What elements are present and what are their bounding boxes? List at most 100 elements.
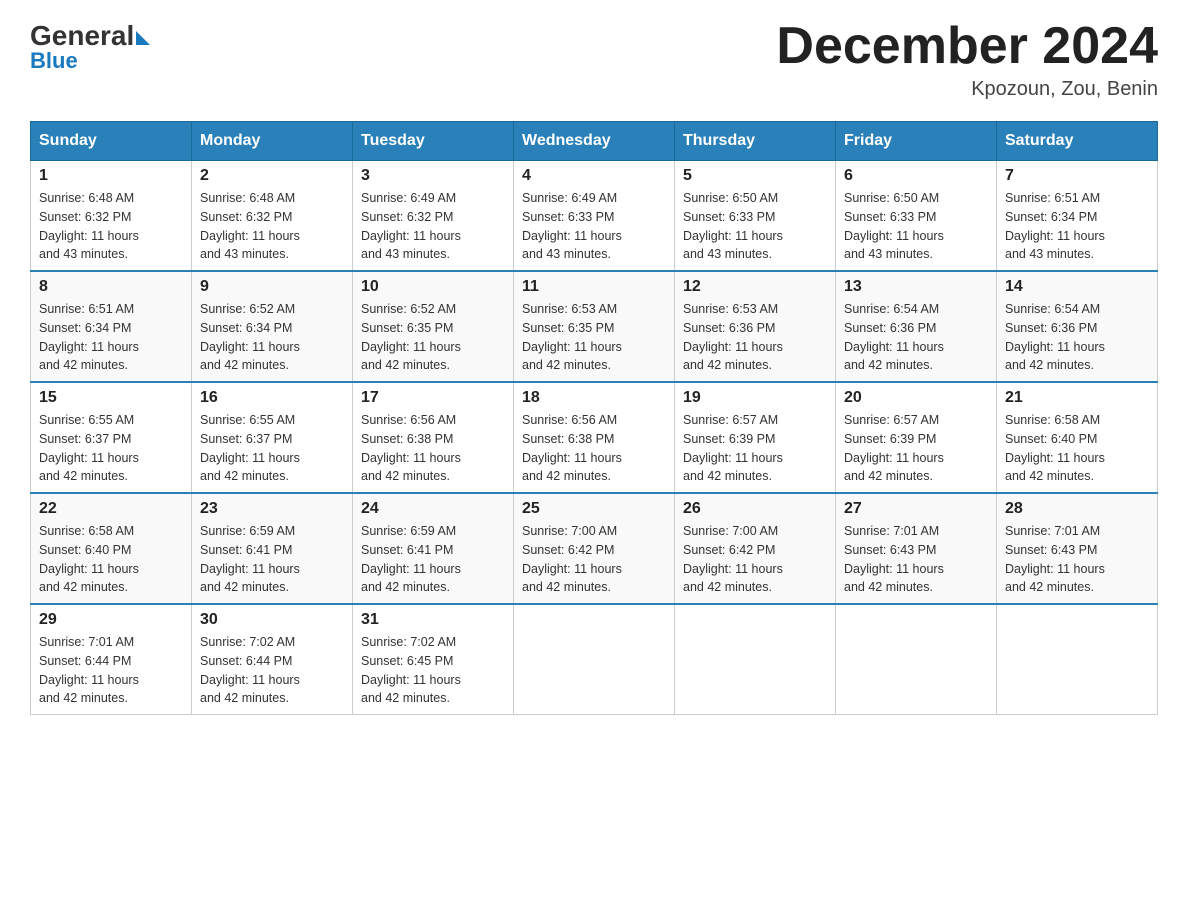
day-number: 15 [39, 389, 183, 407]
table-row: 27 Sunrise: 7:01 AM Sunset: 6:43 PM Dayl… [836, 493, 997, 604]
day-info: Sunrise: 6:51 AM Sunset: 6:34 PM Dayligh… [39, 300, 183, 375]
day-info: Sunrise: 6:53 AM Sunset: 6:35 PM Dayligh… [522, 300, 666, 375]
table-row: 30 Sunrise: 7:02 AM Sunset: 6:44 PM Dayl… [192, 604, 353, 715]
day-number: 31 [361, 611, 505, 629]
table-row: 6 Sunrise: 6:50 AM Sunset: 6:33 PM Dayli… [836, 161, 997, 272]
day-number: 17 [361, 389, 505, 407]
table-row: 29 Sunrise: 7:01 AM Sunset: 6:44 PM Dayl… [31, 604, 192, 715]
table-row: 10 Sunrise: 6:52 AM Sunset: 6:35 PM Dayl… [353, 271, 514, 382]
col-saturday: Saturday [997, 122, 1158, 161]
day-number: 5 [683, 167, 827, 185]
day-number: 6 [844, 167, 988, 185]
day-info: Sunrise: 7:02 AM Sunset: 6:45 PM Dayligh… [361, 633, 505, 708]
table-row: 24 Sunrise: 6:59 AM Sunset: 6:41 PM Dayl… [353, 493, 514, 604]
table-row: 20 Sunrise: 6:57 AM Sunset: 6:39 PM Dayl… [836, 382, 997, 493]
day-info: Sunrise: 6:57 AM Sunset: 6:39 PM Dayligh… [844, 411, 988, 486]
day-number: 25 [522, 500, 666, 518]
title-section: December 2024 Kpozoun, Zou, Benin [776, 20, 1158, 101]
day-info: Sunrise: 6:52 AM Sunset: 6:34 PM Dayligh… [200, 300, 344, 375]
calendar-week-row: 15 Sunrise: 6:55 AM Sunset: 6:37 PM Dayl… [31, 382, 1158, 493]
calendar-header-row: Sunday Monday Tuesday Wednesday Thursday… [31, 122, 1158, 161]
table-row: 7 Sunrise: 6:51 AM Sunset: 6:34 PM Dayli… [997, 161, 1158, 272]
day-number: 30 [200, 611, 344, 629]
col-monday: Monday [192, 122, 353, 161]
day-number: 26 [683, 500, 827, 518]
day-info: Sunrise: 7:02 AM Sunset: 6:44 PM Dayligh… [200, 633, 344, 708]
day-info: Sunrise: 7:00 AM Sunset: 6:42 PM Dayligh… [522, 522, 666, 597]
day-info: Sunrise: 6:50 AM Sunset: 6:33 PM Dayligh… [683, 189, 827, 264]
day-number: 22 [39, 500, 183, 518]
table-row: 2 Sunrise: 6:48 AM Sunset: 6:32 PM Dayli… [192, 161, 353, 272]
table-row: 14 Sunrise: 6:54 AM Sunset: 6:36 PM Dayl… [997, 271, 1158, 382]
table-row: 5 Sunrise: 6:50 AM Sunset: 6:33 PM Dayli… [675, 161, 836, 272]
day-info: Sunrise: 6:49 AM Sunset: 6:32 PM Dayligh… [361, 189, 505, 264]
col-thursday: Thursday [675, 122, 836, 161]
calendar-week-row: 22 Sunrise: 6:58 AM Sunset: 6:40 PM Dayl… [31, 493, 1158, 604]
day-info: Sunrise: 6:59 AM Sunset: 6:41 PM Dayligh… [361, 522, 505, 597]
day-info: Sunrise: 7:01 AM Sunset: 6:43 PM Dayligh… [844, 522, 988, 597]
col-tuesday: Tuesday [353, 122, 514, 161]
day-number: 13 [844, 278, 988, 296]
table-row: 4 Sunrise: 6:49 AM Sunset: 6:33 PM Dayli… [514, 161, 675, 272]
day-number: 21 [1005, 389, 1149, 407]
day-number: 20 [844, 389, 988, 407]
day-number: 23 [200, 500, 344, 518]
day-number: 11 [522, 278, 666, 296]
table-row: 31 Sunrise: 7:02 AM Sunset: 6:45 PM Dayl… [353, 604, 514, 715]
table-row: 28 Sunrise: 7:01 AM Sunset: 6:43 PM Dayl… [997, 493, 1158, 604]
day-info: Sunrise: 6:59 AM Sunset: 6:41 PM Dayligh… [200, 522, 344, 597]
table-row [514, 604, 675, 715]
table-row: 21 Sunrise: 6:58 AM Sunset: 6:40 PM Dayl… [997, 382, 1158, 493]
day-info: Sunrise: 6:49 AM Sunset: 6:33 PM Dayligh… [522, 189, 666, 264]
calendar-week-row: 29 Sunrise: 7:01 AM Sunset: 6:44 PM Dayl… [31, 604, 1158, 715]
table-row: 12 Sunrise: 6:53 AM Sunset: 6:36 PM Dayl… [675, 271, 836, 382]
day-info: Sunrise: 6:54 AM Sunset: 6:36 PM Dayligh… [844, 300, 988, 375]
day-number: 29 [39, 611, 183, 629]
day-info: Sunrise: 6:58 AM Sunset: 6:40 PM Dayligh… [39, 522, 183, 597]
day-number: 10 [361, 278, 505, 296]
day-number: 14 [1005, 278, 1149, 296]
day-number: 27 [844, 500, 988, 518]
table-row: 9 Sunrise: 6:52 AM Sunset: 6:34 PM Dayli… [192, 271, 353, 382]
logo-arrow-icon [136, 31, 150, 45]
calendar-table: Sunday Monday Tuesday Wednesday Thursday… [30, 121, 1158, 715]
table-row: 16 Sunrise: 6:55 AM Sunset: 6:37 PM Dayl… [192, 382, 353, 493]
day-info: Sunrise: 7:00 AM Sunset: 6:42 PM Dayligh… [683, 522, 827, 597]
day-info: Sunrise: 6:55 AM Sunset: 6:37 PM Dayligh… [200, 411, 344, 486]
table-row: 13 Sunrise: 6:54 AM Sunset: 6:36 PM Dayl… [836, 271, 997, 382]
day-info: Sunrise: 6:55 AM Sunset: 6:37 PM Dayligh… [39, 411, 183, 486]
table-row: 3 Sunrise: 6:49 AM Sunset: 6:32 PM Dayli… [353, 161, 514, 272]
day-info: Sunrise: 6:52 AM Sunset: 6:35 PM Dayligh… [361, 300, 505, 375]
day-info: Sunrise: 6:57 AM Sunset: 6:39 PM Dayligh… [683, 411, 827, 486]
day-info: Sunrise: 6:51 AM Sunset: 6:34 PM Dayligh… [1005, 189, 1149, 264]
table-row: 19 Sunrise: 6:57 AM Sunset: 6:39 PM Dayl… [675, 382, 836, 493]
table-row: 11 Sunrise: 6:53 AM Sunset: 6:35 PM Dayl… [514, 271, 675, 382]
calendar-week-row: 1 Sunrise: 6:48 AM Sunset: 6:32 PM Dayli… [31, 161, 1158, 272]
col-friday: Friday [836, 122, 997, 161]
table-row: 22 Sunrise: 6:58 AM Sunset: 6:40 PM Dayl… [31, 493, 192, 604]
calendar-week-row: 8 Sunrise: 6:51 AM Sunset: 6:34 PM Dayli… [31, 271, 1158, 382]
table-row [675, 604, 836, 715]
col-wednesday: Wednesday [514, 122, 675, 161]
day-info: Sunrise: 6:56 AM Sunset: 6:38 PM Dayligh… [522, 411, 666, 486]
table-row: 23 Sunrise: 6:59 AM Sunset: 6:41 PM Dayl… [192, 493, 353, 604]
day-info: Sunrise: 6:50 AM Sunset: 6:33 PM Dayligh… [844, 189, 988, 264]
col-sunday: Sunday [31, 122, 192, 161]
location: Kpozoun, Zou, Benin [776, 78, 1158, 101]
table-row [997, 604, 1158, 715]
day-info: Sunrise: 6:48 AM Sunset: 6:32 PM Dayligh… [200, 189, 344, 264]
day-number: 4 [522, 167, 666, 185]
table-row: 17 Sunrise: 6:56 AM Sunset: 6:38 PM Dayl… [353, 382, 514, 493]
day-info: Sunrise: 7:01 AM Sunset: 6:44 PM Dayligh… [39, 633, 183, 708]
table-row: 1 Sunrise: 6:48 AM Sunset: 6:32 PM Dayli… [31, 161, 192, 272]
logo: General Blue [30, 20, 150, 74]
day-number: 3 [361, 167, 505, 185]
day-number: 12 [683, 278, 827, 296]
day-number: 1 [39, 167, 183, 185]
page-header: General Blue December 2024 Kpozoun, Zou,… [30, 20, 1158, 101]
day-number: 7 [1005, 167, 1149, 185]
day-number: 19 [683, 389, 827, 407]
day-number: 16 [200, 389, 344, 407]
day-number: 24 [361, 500, 505, 518]
day-number: 28 [1005, 500, 1149, 518]
